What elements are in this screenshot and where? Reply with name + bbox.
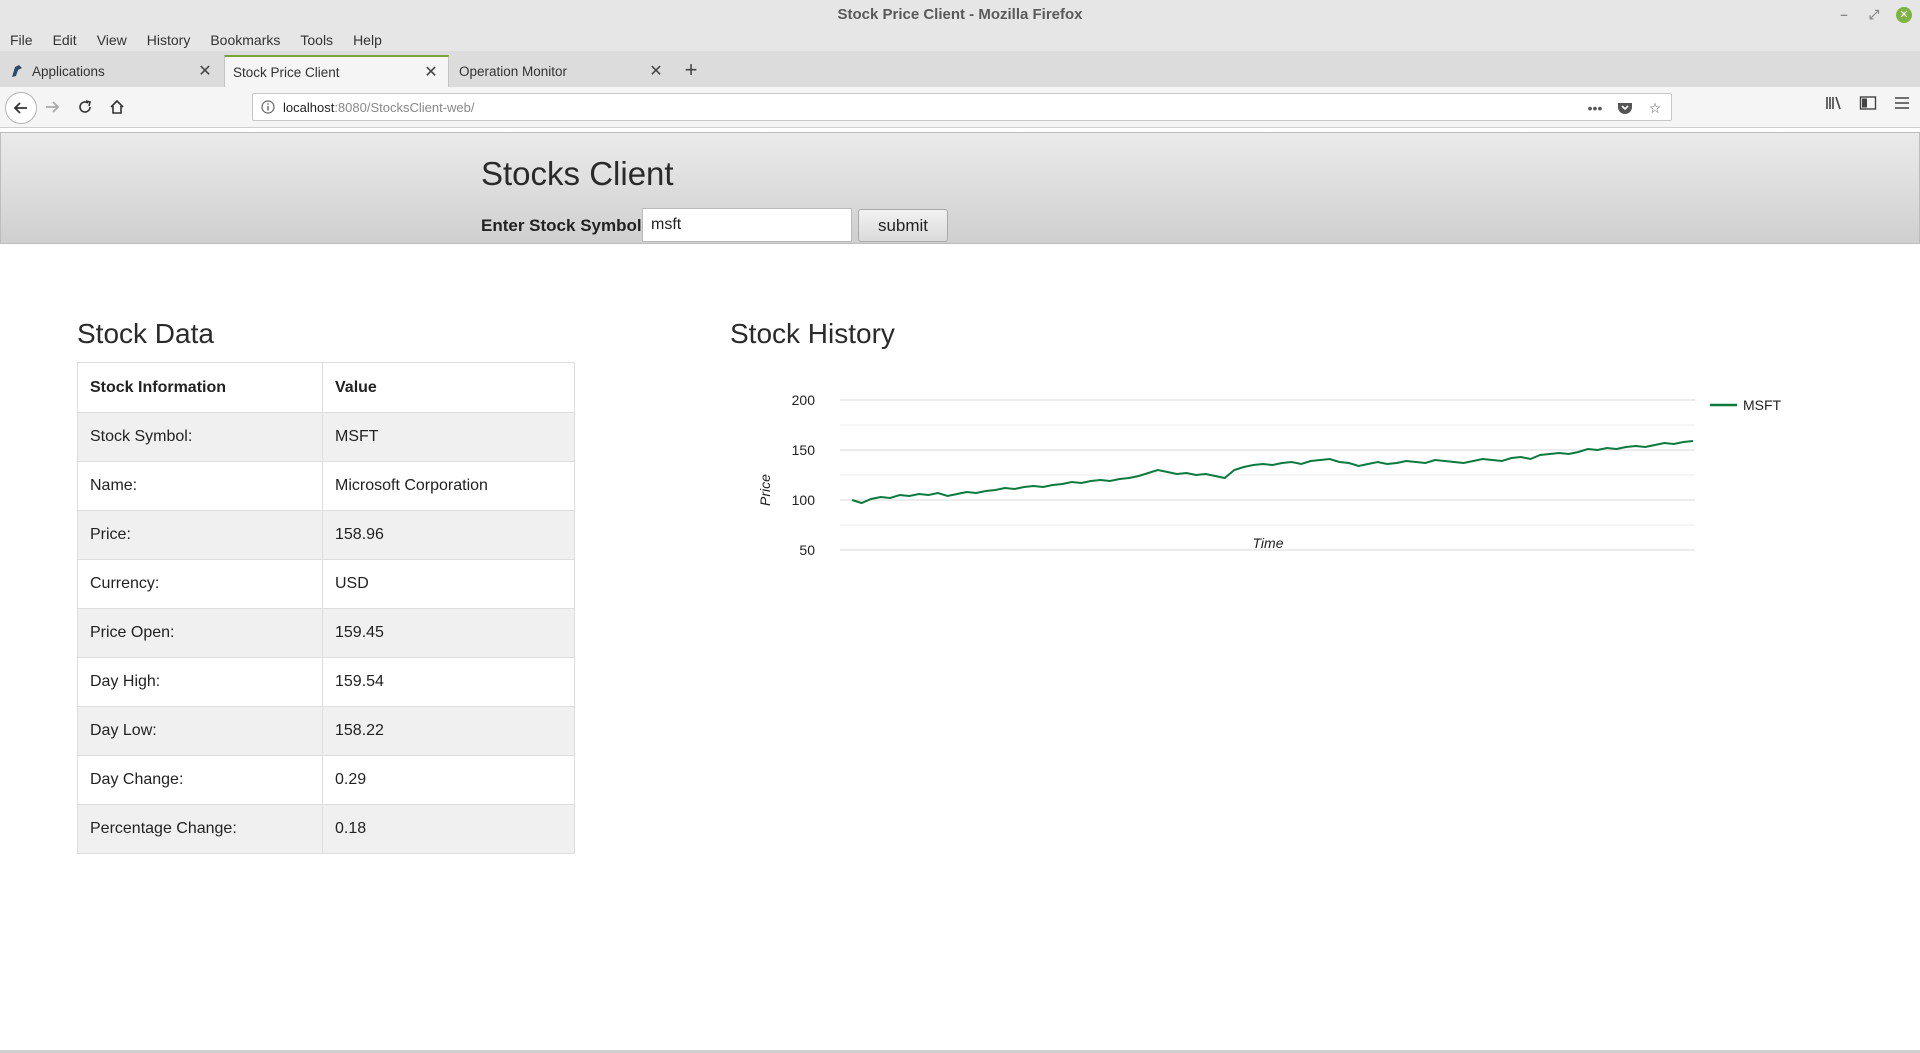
stock-data-table: Stock Information Value Stock Symbol: MSF… (77, 362, 575, 854)
tab-applications[interactable]: Applications ✕ (0, 55, 222, 87)
page-content: Stocks Client Enter Stock Symbol: msft s… (0, 128, 1920, 1050)
table-cell: 0.29 (322, 755, 575, 805)
close-tab-icon[interactable]: ✕ (422, 62, 440, 82)
reload-icon[interactable] (71, 93, 99, 121)
y-tick-label: 150 (792, 442, 816, 458)
table-cell: Day Low: (77, 706, 323, 756)
stock-history-chart: 50 100 150 200 Price Time MSFT (757, 392, 1782, 558)
table-header-row: Stock Information Value (77, 362, 575, 413)
window-controls: – ⤢ ✕ (1836, 0, 1920, 29)
stock-symbol-input[interactable]: msft (642, 208, 852, 242)
site-info-icon[interactable] (253, 100, 283, 114)
menu-bar: File Edit View History Bookmarks Tools H… (0, 29, 1920, 51)
menu-file[interactable]: File (0, 32, 43, 48)
table-cell: 159.54 (322, 657, 575, 707)
forward-icon[interactable] (38, 93, 66, 121)
menu-bookmarks[interactable]: Bookmarks (200, 32, 290, 48)
pocket-icon[interactable] (1615, 98, 1635, 118)
table-cell: Price Open: (77, 608, 323, 658)
table-row: Day Low: 158.22 (77, 706, 575, 756)
chart-y-ticks: 50 100 150 200 (792, 392, 816, 558)
table-cell: Price: (77, 510, 323, 560)
library-icon[interactable] (1824, 93, 1844, 113)
y-tick-label: 200 (792, 392, 816, 408)
table-cell: 158.22 (322, 706, 575, 756)
back-icon[interactable] (5, 92, 37, 124)
symbol-label: Enter Stock Symbol: (481, 216, 648, 235)
new-tab-icon[interactable]: + (676, 55, 706, 87)
table-cell: Percentage Change: (77, 804, 323, 854)
table-row: Stock Symbol: MSFT (77, 412, 575, 462)
menu-edit[interactable]: Edit (43, 32, 87, 48)
column-header: Value (322, 362, 575, 413)
url-path: :8080/StocksClient-web/ (334, 99, 475, 115)
close-window-icon[interactable]: ✕ (1896, 6, 1912, 23)
table-row: Price: 158.96 (77, 510, 575, 560)
table-row: Name: Microsoft Corporation (77, 461, 575, 511)
table-cell: Microsoft Corporation (322, 461, 575, 511)
table-row: Day High: 159.54 (77, 657, 575, 707)
table-cell: USD (322, 559, 575, 609)
table-row: Percentage Change: 0.18 (77, 804, 575, 854)
sidebar-icon[interactable] (1858, 93, 1878, 113)
table-cell: 158.96 (322, 510, 575, 560)
table-row: Currency: USD (77, 559, 575, 609)
app-favicon-icon (8, 62, 26, 80)
table-cell: 0.18 (322, 804, 575, 854)
table-cell: Name: (77, 461, 323, 511)
chart-legend: MSFT (1710, 397, 1782, 413)
menu-history[interactable]: History (137, 32, 201, 48)
home-icon[interactable] (103, 93, 131, 121)
x-axis-label: Time (1253, 535, 1284, 551)
tab-stock-price-client[interactable]: Stock Price Client ✕ (224, 55, 449, 87)
minimize-icon[interactable]: – (1836, 7, 1852, 23)
close-tab-icon[interactable]: ✕ (196, 61, 214, 81)
table-cell: Stock Symbol: (77, 412, 323, 462)
table-cell: Day Change: (77, 755, 323, 805)
menu-help[interactable]: Help (343, 32, 392, 48)
y-tick-label: 50 (799, 542, 815, 558)
submit-button[interactable]: submit (858, 209, 948, 242)
table-cell: Day High: (77, 657, 323, 707)
address-bar[interactable]: localhost:8080/StocksClient-web/ ••• ☆ (252, 93, 1672, 121)
hamburger-menu-icon[interactable] (1892, 93, 1912, 113)
table-row: Price Open: 159.45 (77, 608, 575, 658)
menu-view[interactable]: View (87, 32, 137, 48)
maximize-icon[interactable]: ⤢ (1866, 7, 1882, 23)
header-band: Stocks Client Enter Stock Symbol: msft s… (0, 132, 1920, 244)
y-tick-label: 100 (792, 492, 816, 508)
table-row: Day Change: 0.29 (77, 755, 575, 805)
chart-gridlines (840, 399, 1695, 551)
table-cell: Currency: (77, 559, 323, 609)
tab-operation-monitor[interactable]: Operation Monitor ✕ (451, 55, 673, 87)
column-header: Stock Information (77, 362, 323, 413)
tab-label: Stock Price Client (233, 64, 340, 80)
tab-label: Operation Monitor (459, 63, 568, 79)
bookmark-star-icon[interactable]: ☆ (1645, 98, 1665, 118)
close-tab-icon[interactable]: ✕ (647, 61, 665, 81)
window-titlebar: Stock Price Client - Mozilla Firefox – ⤢… (0, 0, 1920, 29)
navigation-toolbar: localhost:8080/StocksClient-web/ ••• ☆ (0, 87, 1920, 128)
table-cell: 159.45 (322, 608, 575, 658)
stock-history-heading: Stock History (730, 318, 895, 349)
stock-data-heading: Stock Data (77, 318, 214, 349)
legend-label: MSFT (1743, 397, 1782, 413)
window-title: Stock Price Client - Mozilla Firefox (837, 6, 1083, 23)
tab-label: Applications (32, 63, 105, 79)
page-actions-icon[interactable]: ••• (1585, 98, 1605, 118)
y-axis-label: Price (757, 474, 773, 506)
page-title: Stocks Client (481, 155, 674, 192)
url-host: localhost (283, 99, 335, 115)
table-cell: MSFT (322, 412, 575, 462)
menu-tools[interactable]: Tools (290, 32, 343, 48)
tab-strip: Applications ✕ Stock Price Client ✕ Oper… (0, 51, 1920, 88)
